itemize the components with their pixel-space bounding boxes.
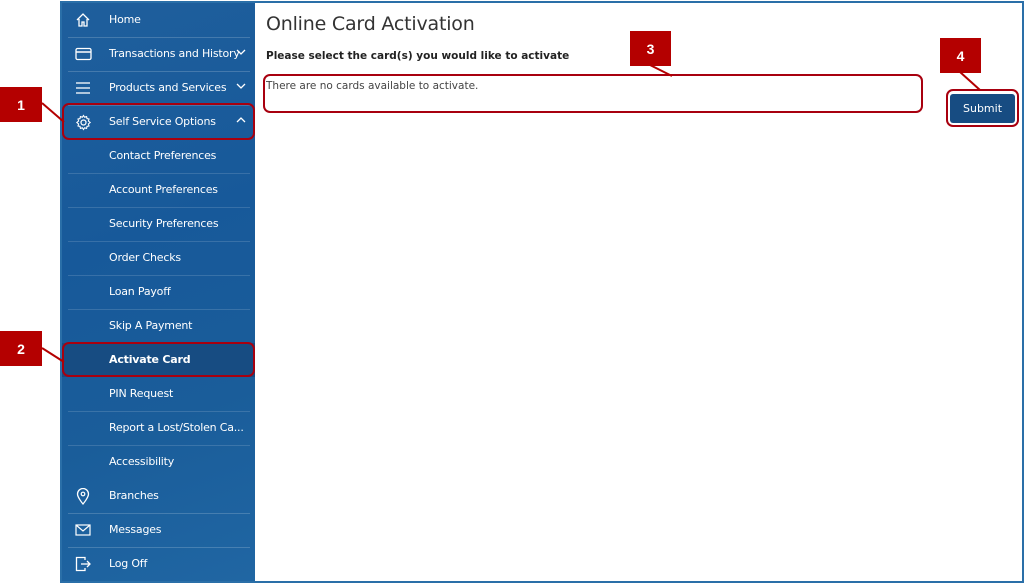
sidebar-item-label: Report a Lost/Stolen Ca... [109,421,244,434]
callout-1: 1 [0,87,42,122]
callout-2: 2 [0,331,42,366]
sidebar-item-log-off[interactable]: Log Off [62,547,255,581]
sidebar-item-label: Contact Preferences [109,149,217,162]
sidebar-item-report-lost-stolen[interactable]: Report a Lost/Stolen Ca... [62,411,255,445]
sidebar-item-order-checks[interactable]: Order Checks [62,241,255,275]
sidebar-item-transactions[interactable]: Transactions and History [62,37,255,71]
card-icon [74,45,92,63]
home-icon [74,11,92,29]
page-title: Online Card Activation [266,13,475,35]
highlight-activate-card [62,342,255,377]
sidebar-nav: Home Transactions and History Products a… [62,3,255,581]
sidebar-item-label: Accessibility [109,455,175,468]
sidebar-item-security-preferences[interactable]: Security Preferences [62,207,255,241]
sidebar-item-label: Transactions and History [109,47,240,60]
callout-4: 4 [940,38,981,73]
logout-icon [74,555,92,573]
sidebar-item-home[interactable]: Home [62,3,255,37]
menu-icon [74,79,92,97]
highlight-self-service [62,103,255,140]
callout-3: 3 [630,31,671,66]
highlight-empty-message [263,74,923,113]
sidebar-item-label: Log Off [109,557,148,570]
sidebar-item-label: PIN Request [109,387,174,400]
chevron-down-icon [236,83,246,89]
sidebar-item-label: Account Preferences [109,183,218,196]
sidebar-item-messages[interactable]: Messages [62,513,255,547]
location-pin-icon [74,487,92,505]
highlight-submit [946,89,1019,127]
sidebar-item-label: Messages [109,523,162,536]
sidebar-item-label: Security Preferences [109,217,219,230]
sidebar-item-loan-payoff[interactable]: Loan Payoff [62,275,255,309]
sidebar-item-label: Branches [109,489,159,502]
sidebar-item-account-preferences[interactable]: Account Preferences [62,173,255,207]
sidebar-item-label: Order Checks [109,251,181,264]
envelope-icon [74,521,92,539]
sidebar-item-label: Home [109,13,141,26]
sidebar-item-label: Products and Services [109,81,227,94]
instruction-text: Please select the card(s) you would like… [266,50,570,62]
sidebar-item-products[interactable]: Products and Services [62,71,255,105]
sidebar-item-contact-preferences[interactable]: Contact Preferences [62,139,255,173]
sidebar-item-label: Skip A Payment [109,319,193,332]
sidebar-item-pin-request[interactable]: PIN Request [62,377,255,411]
chevron-down-icon [236,49,246,55]
sidebar-item-accessibility[interactable]: Accessibility [62,445,255,479]
sidebar-item-branches[interactable]: Branches [62,479,255,513]
sidebar-item-label: Loan Payoff [109,285,171,298]
sidebar-item-skip-a-payment[interactable]: Skip A Payment [62,309,255,343]
